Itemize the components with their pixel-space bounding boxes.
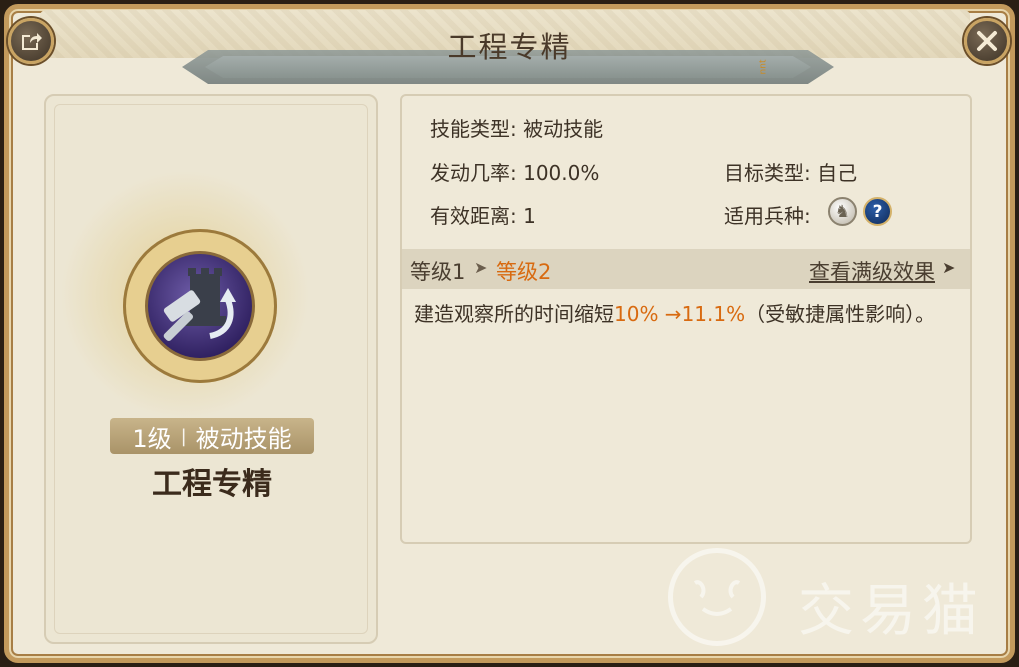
share-icon — [22, 33, 42, 50]
trigger-rate-row: 发动几率: 100.0% — [430, 157, 599, 186]
skill-level-badge: 1级 | 被动技能 — [110, 418, 314, 454]
target-type-row: 目标类型: 自己 — [724, 157, 857, 186]
badge-level: 1级 — [132, 424, 172, 453]
watermark: 交易猫 — [668, 548, 998, 648]
range-row: 有效距离: 1 — [430, 200, 536, 229]
share-button[interactable] — [8, 18, 54, 64]
troop-type-label: 适用兵种: — [724, 204, 811, 228]
badge-separator: | — [180, 425, 187, 447]
watermark-text: 交易猫 — [798, 579, 984, 644]
next-level: 等级2 — [496, 260, 552, 284]
skill-type-row: 技能类型: 被动技能 — [430, 113, 603, 142]
target-type-label: 目标类型: — [724, 161, 811, 185]
max-level-arrow-icon[interactable]: ➤ — [942, 258, 955, 277]
description-highlight: 10% →11.1% — [614, 302, 746, 326]
troop-type-row: 适用兵种: — [724, 200, 811, 229]
dialog-title: 工程专精 — [447, 30, 572, 64]
close-icon — [977, 31, 997, 51]
skill-icon[interactable] — [145, 251, 255, 361]
trigger-rate-value: 100.0% — [523, 161, 600, 185]
target-type-value: 自己 — [817, 161, 858, 185]
level-arrow-icon: ➤ — [474, 258, 488, 277]
skill-description: 建造观察所的时间缩短10% →11.1%（受敏捷属性影响）。 — [414, 300, 944, 328]
trigger-rate-label: 发动几率: — [430, 161, 517, 185]
skill-type-value: 被动技能 — [523, 117, 604, 141]
question-icon[interactable]: ? — [863, 197, 892, 226]
description-suffix: （受敏捷属性影响）。 — [745, 302, 936, 326]
current-level: 等级1 — [410, 260, 466, 284]
range-label: 有效距离: — [430, 204, 517, 228]
corner-mark: nnt — [758, 59, 769, 75]
horse-icon[interactable]: ♞ — [828, 197, 857, 226]
skill-type-label: 技能类型: — [430, 117, 517, 141]
badge-type: 被动技能 — [195, 424, 292, 453]
description-prefix: 建造观察所的时间缩短 — [414, 302, 614, 326]
skill-name: 工程专精 — [152, 467, 272, 502]
view-max-level-link[interactable]: 查看满级效果 — [809, 256, 935, 286]
cat-logo-icon — [668, 548, 766, 646]
close-button[interactable] — [964, 18, 1010, 64]
hammer-tower-icon — [163, 268, 236, 342]
range-value: 1 — [523, 204, 536, 228]
